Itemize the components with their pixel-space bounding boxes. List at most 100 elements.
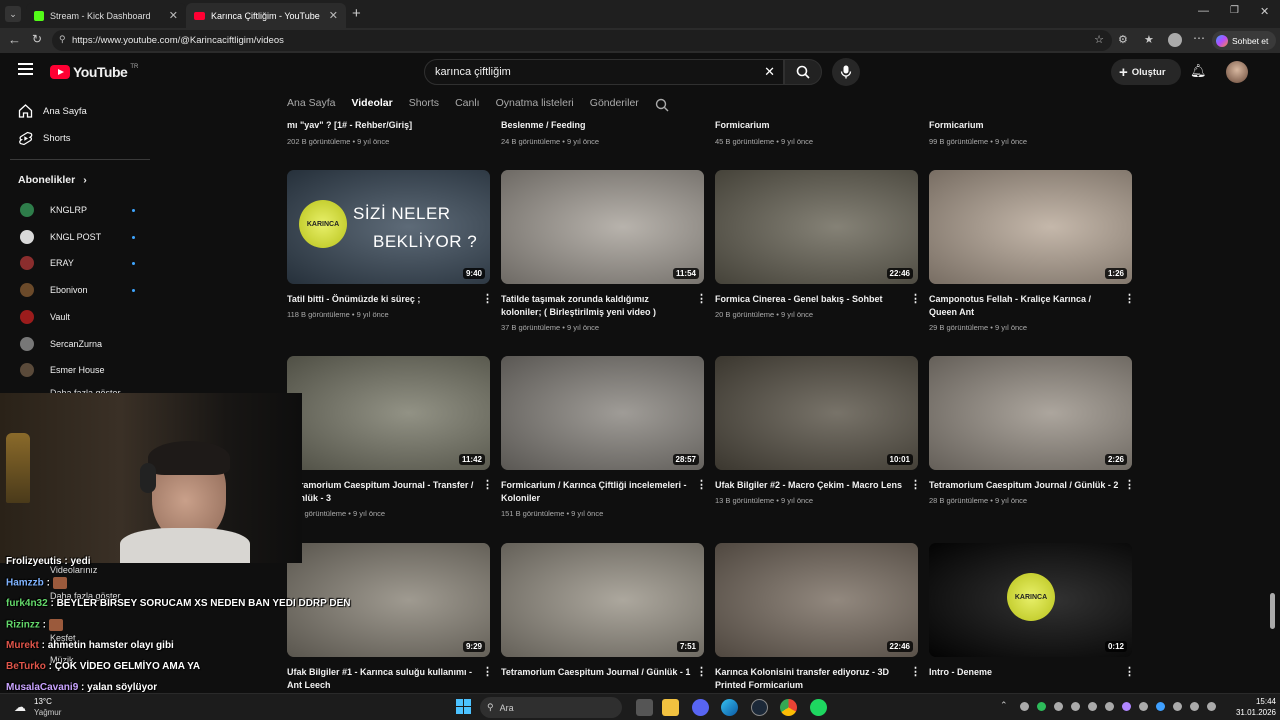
video-thumbnail[interactable]: 7:51 <box>501 543 704 657</box>
more-actions-icon[interactable]: ⋮ <box>910 478 921 491</box>
chat-username[interactable]: Hamzzb <box>6 578 44 589</box>
video-thumbnail[interactable]: 22:46 <box>715 543 918 657</box>
minimize-icon[interactable]: — <box>1198 5 1209 17</box>
create-button[interactable]: + Oluştur <box>1111 59 1181 85</box>
address-bar[interactable]: ⚲ https://www.youtube.com/@Karincaciftli… <box>52 30 1112 51</box>
search-button[interactable] <box>784 59 822 85</box>
close-tab-icon[interactable]: ✕ <box>169 9 178 22</box>
page-scrollbar[interactable] <box>1270 593 1275 629</box>
more-actions-icon[interactable]: ⋮ <box>910 292 921 305</box>
video-thumbnail[interactable]: 1:26 <box>929 170 1132 284</box>
more-actions-icon[interactable]: ⋮ <box>482 292 493 305</box>
video-title[interactable]: Formica Cinerea - Genel bakış - Sohbet <box>715 293 905 306</box>
video-card[interactable]: 22:46 Formica Cinerea - Genel bakış - Soh… <box>715 170 921 350</box>
spotify-icon[interactable] <box>810 699 827 716</box>
video-thumbnail[interactable]: 11:42 <box>287 356 490 470</box>
subscription-item[interactable]: Ebonivon <box>20 281 88 299</box>
tab-live[interactable]: Canlı <box>455 97 480 117</box>
clock[interactable]: 15:44 31.01.2026 <box>1226 696 1276 718</box>
subscriptions-header[interactable]: Abonelikler › <box>18 174 87 186</box>
subscription-item[interactable]: KNGL POST <box>20 228 101 246</box>
video-title[interactable]: Formicarium <box>715 119 905 132</box>
more-actions-icon[interactable]: ⋮ <box>696 478 707 491</box>
video-title[interactable]: Tatil bitti - Önümüzde ki süreç ; <box>287 293 477 306</box>
search-input[interactable]: karınca çiftliğim ✕ <box>424 59 784 85</box>
hamburger-menu-icon[interactable] <box>18 63 33 75</box>
video-thumbnail[interactable]: 22:46 <box>715 170 918 284</box>
more-actions-icon[interactable]: ⋮ <box>1124 478 1135 491</box>
browser-tab-kick[interactable]: Stream - Kick Dashboard ✕ <box>26 3 186 28</box>
more-actions-icon[interactable]: ⋮ <box>482 478 493 491</box>
taskbar-search[interactable]: ⚲ Ara <box>480 697 622 718</box>
channel-search-icon[interactable] <box>655 98 669 112</box>
chrome-icon[interactable] <box>780 699 797 716</box>
close-tab-icon[interactable]: ✕ <box>329 9 338 22</box>
video-card[interactable]: Formicarium 99 B görüntüleme • 9 yıl önce <box>929 119 1132 149</box>
video-title[interactable]: Tetramorium Caespitum Journal / Günlük -… <box>929 479 1119 492</box>
tab-shorts[interactable]: Shorts <box>409 97 439 117</box>
tray-overflow-icon[interactable]: ⌃ <box>1000 700 1008 711</box>
video-thumbnail[interactable]: 2:26 <box>929 356 1132 470</box>
video-title[interactable]: Ufak Bilgiler #2 - Macro Çekim - Macro L… <box>715 479 905 492</box>
account-avatar[interactable] <box>1226 61 1248 83</box>
subscription-item[interactable]: Vault <box>20 308 70 326</box>
video-title[interactable]: Camponotus Fellah - Kraliçe Karınca / Qu… <box>929 293 1119 319</box>
bookmark-star-icon[interactable]: ☆ <box>1094 33 1104 46</box>
more-actions-icon[interactable]: ⋮ <box>910 665 921 678</box>
video-thumbnail[interactable]: KARINCA 0:12 <box>929 543 1132 657</box>
video-title[interactable]: Beslenme / Feeding <box>501 119 691 132</box>
video-thumbnail[interactable]: 11:54 <box>501 170 704 284</box>
video-thumbnail[interactable]: KARINCA SİZİ NELER BEKLİYOR ? 9:40 <box>287 170 490 284</box>
video-card[interactable]: KARINCA SİZİ NELER BEKLİYOR ? 9:40 Tatil bit… <box>287 170 493 350</box>
video-title[interactable]: Ufak Bilgiler #1 - Karınca suluğu kullan… <box>287 666 477 692</box>
chat-username[interactable]: Frolizyeutis <box>6 556 62 567</box>
video-title[interactable]: Tetramorium Caespitum Journal / Günlük -… <box>501 666 691 679</box>
chat-username[interactable]: BeTurko <box>6 661 46 672</box>
more-actions-icon[interactable]: ⋮ <box>696 665 707 678</box>
video-title[interactable]: Tetramorium Caespitum Journal - Transfer… <box>287 479 477 505</box>
extensions-icon[interactable]: ⚙ <box>1118 33 1128 46</box>
subscription-item[interactable]: KNGLRP <box>20 201 87 219</box>
voice-search-button[interactable] <box>832 58 860 86</box>
video-card[interactable]: 11:42 Tetramorium Caespitum Journal - Tra… <box>287 356 493 536</box>
discord-icon[interactable] <box>692 699 709 716</box>
video-thumbnail[interactable]: 28:57 <box>501 356 704 470</box>
sidebar-item-home[interactable]: Ana Sayfa <box>18 101 87 121</box>
video-card[interactable]: 10:01 Ufak Bilgiler #2 - Macro Çekim - Ma… <box>715 356 921 536</box>
chat-username[interactable]: MusalaCavani9 <box>6 682 78 693</box>
task-view-icon[interactable] <box>636 699 653 716</box>
video-title[interactable]: Formicarium <box>929 119 1119 132</box>
file-explorer-icon[interactable] <box>662 699 679 716</box>
maximize-icon[interactable]: ❐ <box>1230 5 1239 16</box>
video-card[interactable]: 1:26 Camponotus Fellah - Kraliçe Karınca … <box>929 170 1135 350</box>
notifications-bell-icon[interactable]: 🔔︎ <box>1190 63 1207 79</box>
video-card[interactable]: 11:54 Tatilde taşımak zorunda kaldığımız … <box>501 170 707 350</box>
video-card[interactable]: 7:51 Tetramorium Caespitum Journal / Günl… <box>501 543 707 693</box>
video-title[interactable]: Formicarium / Karınca Çiftliği incelemel… <box>501 479 691 505</box>
video-card[interactable]: Formicarium 45 B görüntüleme • 9 yıl önce <box>715 119 918 149</box>
video-card[interactable]: 9:29 Ufak Bilgiler #1 - Karınca suluğu ku… <box>287 543 493 693</box>
close-window-icon[interactable]: ✕ <box>1260 5 1269 18</box>
tab-list-chevron-icon[interactable]: ⌄ <box>5 6 21 22</box>
copilot-button[interactable]: Sohbet et <box>1212 31 1276 50</box>
tab-home[interactable]: Ana Sayfa <box>287 97 335 117</box>
site-info-icon[interactable]: ⚲ <box>59 34 66 45</box>
video-card[interactable]: 2:26 Tetramorium Caespitum Journal / Günl… <box>929 356 1135 536</box>
video-card[interactable]: mı "yav" ? [1# - Rehber/Giriş] 202 B görü… <box>287 119 490 149</box>
video-card[interactable]: KARINCA 0:12 Intro - Deneme ⋮ <box>929 543 1135 693</box>
chat-username[interactable]: Rizinzz <box>6 620 40 631</box>
tab-playlists[interactable]: Oynatma listeleri <box>496 97 574 117</box>
video-thumbnail[interactable]: 10:01 <box>715 356 918 470</box>
start-button[interactable] <box>456 699 471 714</box>
clear-search-icon[interactable]: ✕ <box>764 64 775 80</box>
back-icon[interactable]: ← <box>8 32 21 47</box>
edge-icon[interactable] <box>721 699 738 716</box>
sidebar-item-shorts[interactable]: Shorts <box>18 128 70 148</box>
favorites-icon[interactable]: ★ <box>1144 33 1154 46</box>
video-title[interactable]: mı "yav" ? [1# - Rehber/Giriş] <box>287 119 477 132</box>
video-title[interactable]: Karınca Kolonisini transfer ediyoruz - 3… <box>715 666 905 692</box>
weather-widget[interactable]: ☁ 13°C Yağmur <box>14 696 74 720</box>
video-title[interactable]: Intro - Deneme <box>929 666 1119 679</box>
subscription-item[interactable]: SercanZurna <box>20 335 102 353</box>
subscription-item[interactable]: ERAY <box>20 254 74 272</box>
